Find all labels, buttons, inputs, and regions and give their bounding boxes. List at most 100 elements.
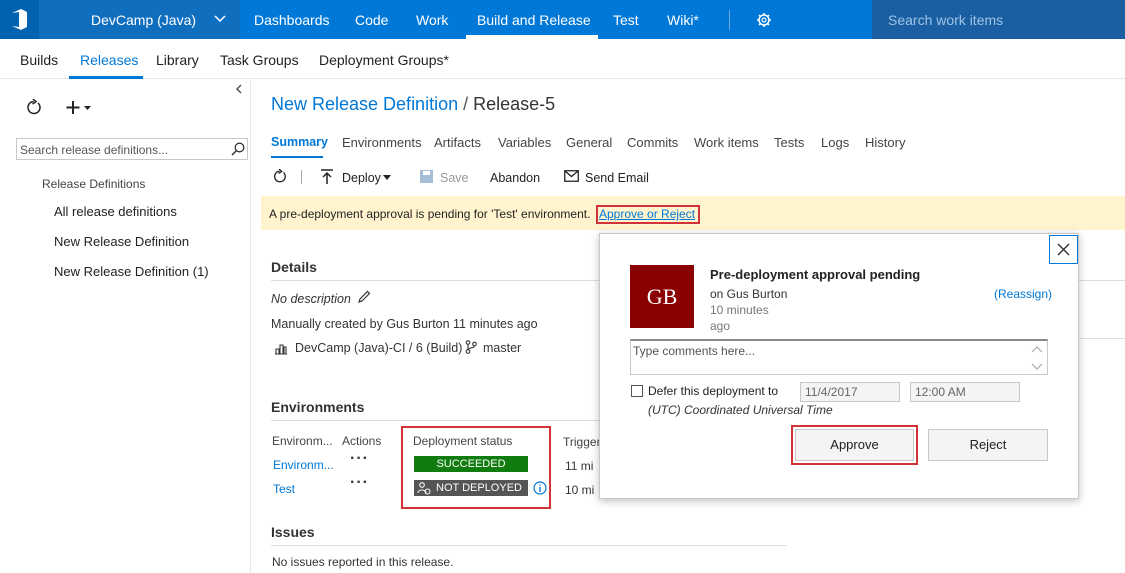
tab-summary[interactable]: Summary: [271, 135, 328, 149]
pencil-icon[interactable]: [357, 290, 371, 304]
environments-divider: [271, 420, 601, 421]
env-col-header-trigger-clip: Trigger: [563, 434, 600, 450]
defer-label: Defer this deployment to: [648, 384, 779, 398]
env-col-header-trigger[interactable]: Trigger: [563, 435, 600, 449]
tab-commits[interactable]: Commits: [627, 135, 678, 150]
search-icon[interactable]: [231, 142, 245, 156]
save-icon: [420, 170, 433, 183]
status-badge-text: NOT DEPLOYED: [436, 482, 522, 494]
status-badge-succeeded[interactable]: SUCCEEDED: [414, 456, 528, 472]
environment-link[interactable]: Environm...: [273, 458, 334, 472]
details-divider-right: [1079, 280, 1125, 281]
trigger-clip: 10 mi: [565, 482, 600, 498]
tab-general[interactable]: General: [566, 135, 612, 150]
definition-item-all[interactable]: All release definitions: [54, 204, 177, 219]
environment-actions-menu[interactable]: ···: [350, 450, 369, 468]
branch-icon: [465, 340, 477, 354]
comments-textarea[interactable]: Type comments here...: [630, 339, 1048, 375]
deploy-button[interactable]: Deploy: [342, 171, 381, 185]
details-heading: Details: [271, 259, 317, 275]
env-col-header-name[interactable]: Environm...: [272, 434, 333, 448]
issues-heading: Issues: [271, 524, 315, 540]
approve-button[interactable]: Approve: [795, 429, 914, 461]
refresh-icon[interactable]: [272, 169, 287, 184]
approver-name: on Gus Burton: [710, 287, 788, 301]
nav-dashboards[interactable]: Dashboards: [254, 12, 330, 28]
defer-date-input[interactable]: 11/4/2017: [800, 382, 900, 402]
toolbar-divider: [301, 170, 302, 184]
top-bar: DevCamp (Java) Dashboards Code Work Buil…: [0, 0, 1125, 39]
tab-history[interactable]: History: [865, 135, 905, 150]
nav-wiki[interactable]: Wiki*: [667, 12, 699, 28]
reassign-link[interactable]: (Reassign): [994, 287, 1052, 301]
vsts-logo[interactable]: [0, 0, 39, 39]
nav-test[interactable]: Test: [613, 12, 639, 28]
textarea-scrollbar[interactable]: [1031, 344, 1043, 372]
release-description: No description: [271, 292, 351, 306]
definition-item[interactable]: New Release Definition (1): [54, 264, 209, 279]
subnav-task-groups[interactable]: Task Groups: [220, 52, 299, 68]
subnav-releases[interactable]: Releases: [80, 52, 138, 68]
approval-time-suffix: ago: [710, 319, 731, 333]
reject-button[interactable]: Reject: [928, 429, 1048, 461]
info-icon[interactable]: [533, 481, 547, 495]
branch-name: master: [483, 341, 522, 355]
nav-build-and-release[interactable]: Build and Release: [477, 12, 591, 28]
close-icon: [1057, 243, 1070, 256]
deploy-dropdown-icon[interactable]: [383, 175, 391, 180]
search-placeholder: Search work items: [888, 12, 1004, 28]
sub-nav: Builds Releases Library Task Groups Depl…: [0, 39, 1125, 79]
add-definition-icon[interactable]: [66, 100, 94, 116]
tab-work-items[interactable]: Work items: [694, 135, 759, 150]
project-selector[interactable]: DevCamp (Java): [39, 0, 240, 39]
save-button[interactable]: Save: [440, 171, 469, 185]
issues-divider: [271, 545, 787, 546]
build-artifact-link[interactable]: DevCamp (Java)-CI / 6 (Build): [295, 341, 462, 355]
trigger-text: 11 mi: [565, 459, 594, 473]
breadcrumb: New Release Definition / Release-5: [271, 94, 555, 115]
breadcrumb-definition-link[interactable]: New Release Definition: [271, 94, 458, 114]
nav-code[interactable]: Code: [355, 12, 388, 28]
breadcrumb-separator: /: [463, 94, 469, 114]
banner-text: A pre-deployment approval is pending for…: [269, 207, 591, 221]
environment-link-test[interactable]: Test: [273, 482, 295, 496]
env-col-header-actions[interactable]: Actions: [342, 434, 381, 448]
send-email-button[interactable]: Send Email: [585, 171, 649, 185]
collapse-panel-icon[interactable]: [234, 84, 244, 94]
comments-placeholder: Type comments here...: [633, 344, 756, 358]
work-item-search[interactable]: Search work items: [872, 0, 1125, 39]
tab-variables[interactable]: Variables: [498, 135, 551, 150]
nav-work[interactable]: Work: [416, 12, 448, 28]
approval-banner: A pre-deployment approval is pending for…: [261, 196, 1125, 230]
close-button[interactable]: [1049, 235, 1078, 264]
timezone-label: (UTC) Coordinated Universal Time: [648, 403, 833, 417]
status-badge-not-deployed[interactable]: NOT DEPLOYED: [414, 480, 528, 496]
release-definitions-heading[interactable]: Release Definitions: [42, 177, 145, 191]
dialog-title: Pre-deployment approval pending: [710, 267, 921, 282]
defer-time-input[interactable]: 12:00 AM: [910, 382, 1020, 402]
created-by-text: Manually created by Gus Burton 11 minute…: [271, 317, 538, 331]
tab-logs[interactable]: Logs: [821, 135, 849, 150]
abandon-button[interactable]: Abandon: [490, 171, 540, 185]
tab-environments[interactable]: Environments: [342, 135, 421, 150]
pending-approval-icon: [417, 482, 431, 495]
envelope-icon: [564, 170, 579, 182]
gear-icon[interactable]: [756, 12, 772, 28]
active-subnav-indicator: [69, 76, 143, 79]
refresh-icon[interactable]: [25, 99, 42, 116]
definitions-search-input[interactable]: Search release definitions...: [16, 138, 248, 160]
deploy-icon: [321, 169, 333, 184]
subnav-deployment-groups[interactable]: Deployment Groups*: [319, 52, 449, 68]
tab-tests[interactable]: Tests: [774, 135, 804, 150]
subnav-library[interactable]: Library: [156, 52, 199, 68]
environment-actions-menu[interactable]: ···: [350, 474, 369, 492]
defer-checkbox[interactable]: [631, 385, 643, 397]
environments-heading: Environments: [271, 399, 365, 415]
tab-artifacts[interactable]: Artifacts: [434, 135, 481, 150]
vsts-logo-icon: [12, 9, 27, 30]
approval-dialog: GB Pre-deployment approval pending on Gu…: [599, 233, 1079, 499]
approve-reject-link[interactable]: Approve or Reject: [599, 207, 695, 221]
subnav-builds[interactable]: Builds: [20, 52, 58, 68]
definition-item[interactable]: New Release Definition: [54, 234, 189, 249]
trigger-text: 10 mi: [565, 483, 595, 497]
